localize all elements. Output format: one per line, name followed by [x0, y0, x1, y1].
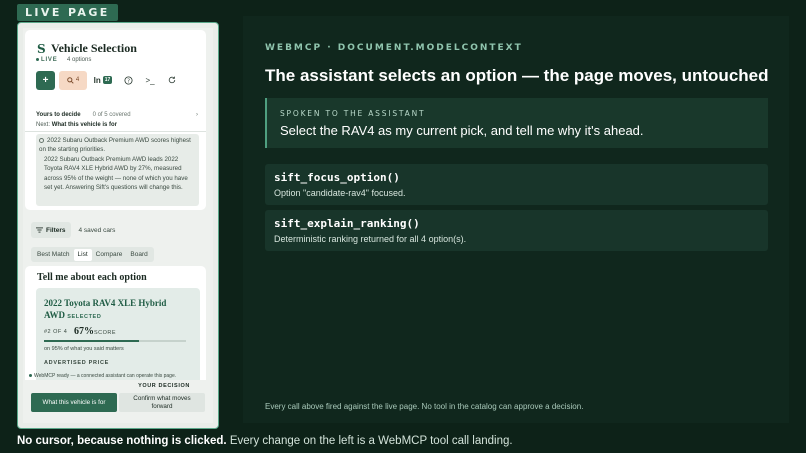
caption-rest: Every change on the left is a WebMCP too… [226, 435, 513, 447]
decide-label: Yours to decide [36, 112, 81, 118]
ranking-headline: 2022 Subaru Outback Premium AWD scores h… [39, 136, 194, 154]
spoken-prompt-box: SPOKEN TO THE ASSISTANT Select the RAV4 … [265, 98, 768, 148]
filters-label: Filters [46, 226, 66, 234]
spoken-text: Select the RAV4 as my current pick, and … [280, 123, 644, 138]
options-count: 4 options [67, 57, 92, 63]
tool-call-name: sift_focus_option() [274, 171, 400, 184]
panel-headline: The assistant selects an option — the pa… [265, 66, 769, 85]
live-dot-icon [36, 57, 39, 61]
toolbar: + 4 In 17 ? >_ [36, 70, 181, 90]
add-option-button[interactable]: + [36, 70, 55, 90]
status-dot-icon [29, 374, 32, 378]
ranking-explanation: 2022 Subaru Outback Premium AWD scores h… [36, 134, 199, 206]
tool-call-focus-option: sift_focus_option() Option "candidate-ra… [265, 164, 768, 205]
ranking-detail: 2022 Subaru Outback Premium AWD leads 20… [44, 156, 188, 191]
live-page-frame: S Vehicle Selection LIVE 4 options + 4 I… [17, 22, 219, 429]
inbox-count: 17 [102, 76, 113, 84]
question-circle-icon: ? [123, 75, 133, 85]
sift-logo-icon: S [37, 42, 46, 56]
next-value: What this vehicle is for [51, 122, 118, 128]
panel-footnote: Every call above fired against the live … [265, 402, 584, 411]
chevron-right-icon[interactable]: › [196, 112, 198, 118]
radio-icon [39, 137, 44, 143]
filter-lines-icon [36, 227, 43, 233]
plus-icon: + [42, 74, 49, 86]
ranking-headline-text: 2022 Subaru Outback Premium AWD scores h… [39, 137, 191, 153]
compare-button[interactable]: 4 [59, 70, 87, 90]
score-bar-fill [44, 340, 140, 342]
filters-row: Filters 4 saved cars [31, 222, 115, 238]
terminal-icon: >_ [145, 75, 155, 85]
decide-summary: Yours to decide 0 of 5 covered [36, 112, 131, 118]
tool-call-explain-ranking: sift_explain_ranking() Deterministic ran… [265, 210, 768, 251]
tab-board[interactable]: Board [126, 249, 151, 261]
filters-button[interactable]: Filters [31, 222, 71, 238]
option-card-title: Tell me about each option [37, 272, 147, 283]
saved-cars-count: 4 saved cars [78, 226, 116, 234]
caption-bold: No cursor, because nothing is clicked. [17, 435, 227, 447]
covered-count: 0 of 5 covered [92, 112, 131, 118]
score-label: SCORE [94, 330, 117, 336]
tab-list[interactable]: List [73, 248, 92, 261]
explanation-panel: WEBMCP · DOCUMENT.MODELCONTEXT The assis… [243, 16, 789, 423]
svg-text:?: ? [127, 78, 130, 84]
view-tabs: Best Match List Compare Board [31, 247, 154, 262]
match-note: on 95% of what you said matters [44, 346, 124, 352]
reset-button[interactable] [163, 71, 181, 90]
tab-best-match[interactable]: Best Match [33, 249, 74, 261]
tool-call-result: Deterministic ranking returned for all 4… [274, 234, 467, 244]
refresh-icon [168, 76, 176, 84]
panel-eyebrow: WEBMCP · DOCUMENT.MODELCONTEXT [265, 43, 523, 53]
inbox-label: In [93, 75, 101, 85]
app-viewport: S Vehicle Selection LIVE 4 options + 4 I… [23, 28, 213, 423]
divider [25, 131, 206, 132]
webmcp-ready-status: WebMCP ready — a connected assistant can… [29, 373, 176, 379]
next-step: Next: What this vehicle is for [36, 122, 117, 128]
decision-bar: YOUR DECISION What this vehicle is for C… [23, 380, 213, 423]
vehicle-purpose-button[interactable]: What this vehicle is for [31, 393, 117, 412]
live-badge: LIVE [36, 57, 58, 63]
live-badge-label: LIVE [41, 57, 58, 63]
live-page-tag: LIVE PAGE [17, 4, 118, 21]
selected-car-label: 2022 Toyota RAV4 XLE Hybrid AWD [44, 298, 167, 320]
inbox-button[interactable]: In 17 [91, 71, 115, 90]
confirm-moves-forward-button[interactable]: Confirm what moves forward [119, 393, 205, 412]
selected-car-name: 2022 Toyota RAV4 XLE Hybrid AWD SELECTED [44, 297, 174, 323]
compare-count: 4 [75, 77, 80, 83]
slide-caption: No cursor, because nothing is clicked. E… [17, 435, 513, 447]
tool-call-name: sift_explain_ranking() [274, 217, 420, 230]
help-button[interactable]: ? [119, 71, 137, 90]
vehicle-selection-card: S Vehicle Selection LIVE 4 options + 4 I… [25, 30, 206, 210]
terminal-button[interactable]: >_ [141, 71, 159, 90]
tab-compare[interactable]: Compare [92, 249, 127, 261]
score-percent: 67% [74, 326, 94, 337]
next-label: Next: [36, 122, 51, 128]
your-decision-label: YOUR DECISION [138, 383, 190, 389]
page-title: Vehicle Selection [51, 41, 137, 55]
rank-label: #2 OF 4 [44, 329, 68, 335]
advertised-price-label: ADVERTISED PRICE [44, 360, 109, 366]
score-bar [44, 340, 186, 342]
spoken-label: SPOKEN TO THE ASSISTANT [280, 109, 426, 118]
webmcp-ready-text: WebMCP ready — a connected assistant can… [34, 373, 177, 379]
magnifier-icon [67, 76, 74, 84]
tool-call-result: Option "candidate-rav4" focused. [274, 188, 406, 198]
selected-badge: SELECTED [67, 314, 102, 320]
